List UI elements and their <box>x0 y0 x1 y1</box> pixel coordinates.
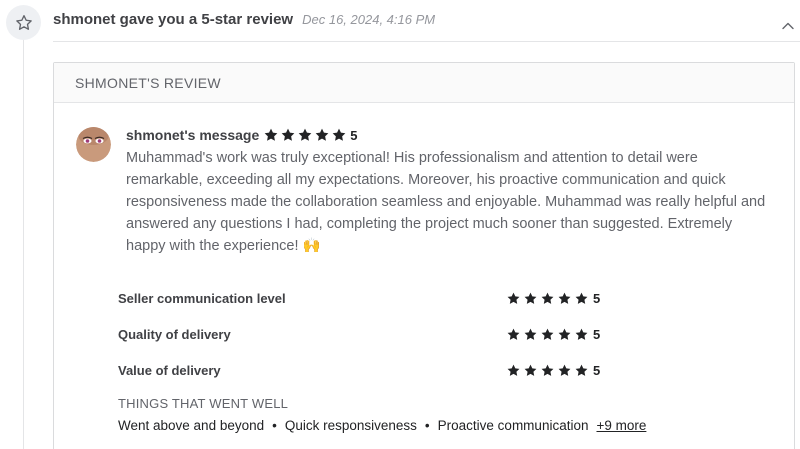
more-tags-link[interactable]: +9 more <box>596 418 646 433</box>
star-filled-icon <box>315 128 329 141</box>
star-filled-icon <box>541 292 554 304</box>
tag-separator: • <box>424 418 430 433</box>
star-filled-icon <box>541 328 554 340</box>
rating-label: Quality of delivery <box>118 326 231 342</box>
tag: Proactive communication <box>437 418 589 433</box>
star-filled-icon <box>575 292 588 304</box>
rating-stars: 5 <box>506 363 600 378</box>
rating-score: 5 <box>593 290 601 306</box>
rating-stars: 5 <box>506 327 600 342</box>
star-filled-icon <box>524 292 537 304</box>
star-filled-icon <box>558 292 571 304</box>
star-filled-icon <box>558 364 571 376</box>
rating-label: Value of delivery <box>118 362 221 378</box>
star-filled-icon <box>558 328 571 340</box>
star-filled-icon <box>575 364 588 376</box>
rating-score: 5 <box>593 362 601 378</box>
tag-separator: • <box>272 418 277 433</box>
star-filled-icon <box>507 328 520 340</box>
went-well-title: THINGS THAT WENT WELL <box>118 396 289 411</box>
rating-breakdown: Seller communication level 5 Quality of … <box>118 280 678 388</box>
event-timestamp: Dec 16, 2024, 4:16 PM <box>302 12 436 27</box>
overall-score: 5 <box>350 127 358 143</box>
things-went-well: THINGS THAT WENT WELL Went above and bey… <box>118 396 758 433</box>
timeline-rail <box>23 40 24 449</box>
rating-label: Seller communication level <box>118 290 286 306</box>
rating-stars: 5 <box>506 291 600 306</box>
rating-score: 5 <box>593 326 601 342</box>
avatar <box>76 127 111 162</box>
review-heading: SHMONET'S REVIEW <box>75 74 221 91</box>
star-filled-icon <box>524 328 537 340</box>
review-card: SHMONET'S REVIEW shmonet's message 5 Muh… <box>53 62 795 449</box>
review-card-header: SHMONET'S REVIEW <box>54 63 794 103</box>
message-author: shmonet's message <box>126 127 260 143</box>
tag: Went above and beyond <box>118 418 265 433</box>
chevron-up-icon <box>782 22 794 30</box>
star-filled-icon <box>281 128 295 141</box>
overall-rating-stars: 5 <box>263 127 358 143</box>
rating-row: Value of delivery 5 <box>118 352 678 388</box>
header-divider <box>53 41 800 42</box>
star-filled-icon <box>541 364 554 376</box>
star-filled-icon <box>298 128 312 141</box>
rating-row: Seller communication level 5 <box>118 280 678 316</box>
event-title: shmonet gave you a 5-star review <box>53 11 294 28</box>
star-filled-icon <box>524 364 537 376</box>
tag: Quick responsiveness <box>284 418 417 433</box>
star-outline-icon <box>15 14 32 30</box>
star-filled-icon <box>332 128 346 141</box>
star-filled-icon <box>264 128 278 141</box>
rating-row: Quality of delivery 5 <box>118 316 678 352</box>
review-message-block: shmonet's message 5 Muhammad's work was … <box>126 125 766 257</box>
collapse-button[interactable] <box>778 16 798 36</box>
star-filled-icon <box>507 292 520 304</box>
star-filled-icon <box>507 364 520 376</box>
went-well-tags: Went above and beyond • Quick responsive… <box>118 418 758 433</box>
review-notification: shmonet gave you a 5-star review Dec 16,… <box>0 0 800 449</box>
star-filled-icon <box>575 328 588 340</box>
event-icon-bubble <box>6 5 41 40</box>
event-header: shmonet gave you a 5-star review Dec 16,… <box>53 11 435 33</box>
review-message-header: shmonet's message 5 <box>126 125 766 145</box>
review-message-text: Muhammad's work was truly exceptional! H… <box>126 150 766 254</box>
